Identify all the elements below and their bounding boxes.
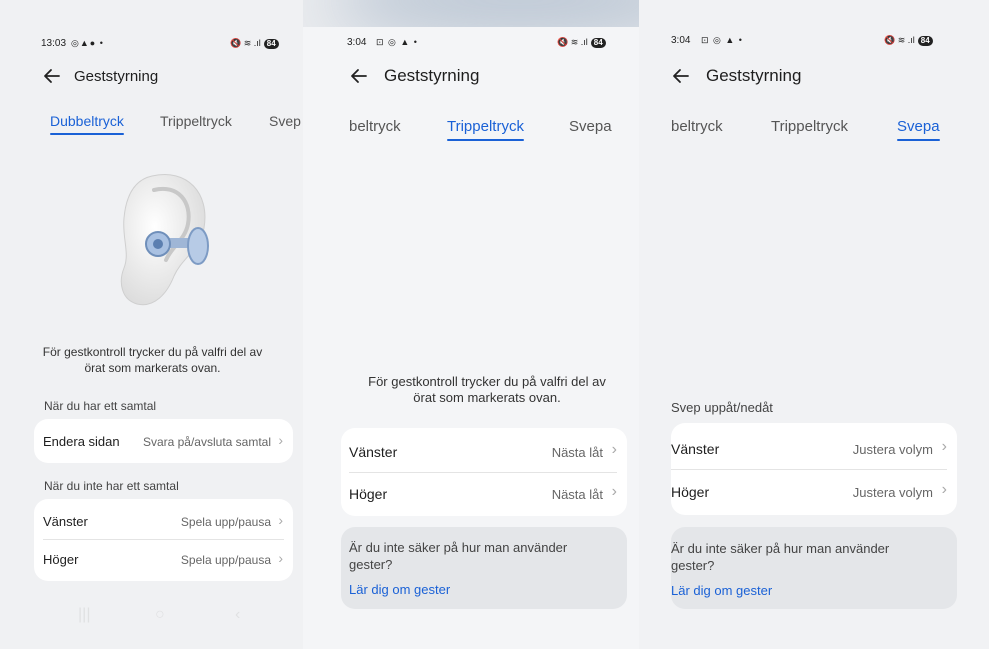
chevron-right-icon: › xyxy=(278,512,283,528)
status-bar: 13:03 ◎▲● • 🔇 ≋ .ıl 84 xyxy=(0,38,303,58)
status-right-icons: 🔇 ≋ .ıl 84 xyxy=(230,38,279,49)
learn-gestures-link[interactable]: Lär dig om gester xyxy=(671,583,772,598)
tab-dubbeltryck[interactable]: beltryck xyxy=(349,118,401,135)
row-label: Vänster xyxy=(671,441,720,457)
row-value: Nästa låt xyxy=(551,445,603,460)
status-time: 13:03 xyxy=(41,38,67,49)
row-value: Svara på/avsluta samtal xyxy=(142,435,271,449)
battery-icon: 84 xyxy=(590,37,606,48)
help-text-line: gester? xyxy=(349,557,393,572)
row-value: Nästa låt xyxy=(551,487,603,502)
row-right[interactable]: Höger Justera volym › xyxy=(671,470,957,515)
status-right-icons: 🔇 ≋ .ıl 84 xyxy=(884,35,933,46)
chevron-right-icon: › xyxy=(611,483,617,500)
description-line: För gestkontroll trycker du på valfri de… xyxy=(368,374,606,389)
home-icon[interactable]: ○ xyxy=(155,606,165,624)
help-text: Är du inte säker på hur man använder ges… xyxy=(671,540,889,574)
tab-dubbeltryck[interactable]: beltryck xyxy=(671,118,723,135)
section-label-call: När du har ett samtal xyxy=(44,399,157,413)
settings-card-call: Endera sidan Svara på/avsluta samtal › xyxy=(34,419,293,463)
page-title: Geststyrning xyxy=(706,66,802,85)
notification-icons: ⊡ ◎ ▲ • xyxy=(701,35,743,45)
row-either-side[interactable]: Endera sidan Svara på/avsluta samtal › xyxy=(34,419,293,463)
connectivity-icons: 🔇 ≋ .ıl xyxy=(884,35,915,45)
chevron-right-icon: › xyxy=(611,441,617,458)
tab-svepa[interactable]: Svepa xyxy=(569,118,612,135)
chevron-right-icon: › xyxy=(941,481,947,498)
screen-dubbeltryck: 13:03 ◎▲● • 🔇 ≋ .ıl 84 Geststyrning Dubb… xyxy=(0,0,303,649)
row-right[interactable]: Höger Nästa låt › xyxy=(341,473,627,516)
tab-trippeltryck[interactable]: Trippeltryck xyxy=(771,118,848,135)
settings-card-no-call: Vänster Spela upp/pausa › Höger Spela up… xyxy=(34,499,293,581)
row-label: Vänster xyxy=(349,444,398,460)
tab-svep[interactable]: Svep xyxy=(269,113,301,129)
row-label: Höger xyxy=(43,552,79,567)
section-label-no-call: När du inte har ett samtal xyxy=(44,479,179,493)
chevron-right-icon: › xyxy=(278,550,283,566)
tab-trippeltryck[interactable]: Trippeltryck xyxy=(447,118,524,141)
row-value: Spela upp/pausa xyxy=(180,553,271,567)
header: Geststyrning xyxy=(671,66,801,86)
learn-gestures-link[interactable]: Lär dig om gester xyxy=(349,582,450,597)
back-arrow-icon[interactable] xyxy=(42,66,62,86)
description-line: örat som markerats ovan. xyxy=(84,361,221,375)
chevron-right-icon: › xyxy=(941,438,947,455)
status-bar: 3:04 ⊡ ◎ ▲ • 🔇 ≋ .ıl 84 xyxy=(639,35,989,55)
recents-icon[interactable]: ||| xyxy=(78,606,90,624)
connectivity-icons: 🔇 ≋ .ıl xyxy=(557,37,588,47)
notification-icons: ⊡ ◎ ▲ • xyxy=(376,37,418,47)
gesture-description: För gestkontroll trycker du på valfri de… xyxy=(347,374,627,406)
row-right[interactable]: Höger Spela upp/pausa › xyxy=(34,540,293,580)
row-label: Höger xyxy=(349,486,388,502)
settings-card: Vänster Justera volym › Höger Justera vo… xyxy=(671,423,957,515)
status-time: 3:04 xyxy=(347,37,367,48)
row-value: Justera volym xyxy=(852,485,933,500)
help-text-line: Är du inte säker på hur man använder xyxy=(671,541,890,556)
page-title: Geststyrning xyxy=(384,66,480,85)
status-bar: 3:04 ⊡ ◎ ▲ • 🔇 ≋ .ıl 84 xyxy=(303,37,639,57)
battery-icon: 84 xyxy=(263,38,279,49)
row-left[interactable]: Vänster Nästa låt › xyxy=(341,428,627,472)
help-text-line: Är du inte säker på hur man använder xyxy=(349,540,568,555)
back-arrow-icon[interactable] xyxy=(671,66,691,86)
help-text-line: gester? xyxy=(671,558,715,573)
row-label: Höger xyxy=(671,484,710,500)
row-value: Justera volym xyxy=(852,442,933,457)
row-label: Vänster xyxy=(43,514,88,529)
back-arrow-icon[interactable] xyxy=(349,66,369,86)
page-title: Geststyrning xyxy=(74,67,159,85)
notification-icons: ◎▲● • xyxy=(71,38,104,48)
chevron-right-icon: › xyxy=(278,432,283,448)
gesture-description: För gestkontroll trycker du på valfri de… xyxy=(30,344,275,376)
earbud-illustration xyxy=(120,174,209,306)
connectivity-icons: 🔇 ≋ .ıl xyxy=(230,38,261,48)
row-left[interactable]: Vänster Spela upp/pausa › xyxy=(34,499,293,539)
section-label-swipe: Svep uppåt/nedåt xyxy=(671,400,773,415)
row-label: Endera sidan xyxy=(43,434,120,449)
row-value: Spela upp/pausa xyxy=(180,515,271,529)
back-nav-icon[interactable]: ‹ xyxy=(235,606,240,624)
help-text: Är du inte säker på hur man använder ges… xyxy=(349,539,567,573)
header: Geststyrning xyxy=(349,66,479,86)
help-card: Är du inte säker på hur man använder ges… xyxy=(341,527,627,609)
tab-dubbeltryck[interactable]: Dubbeltryck xyxy=(50,113,124,135)
settings-card: Vänster Nästa låt › Höger Nästa låt › xyxy=(341,428,627,516)
tab-svepa[interactable]: Svepa xyxy=(897,118,940,141)
screen-svepa: 3:04 ⊡ ◎ ▲ • 🔇 ≋ .ıl 84 Geststyrning bel… xyxy=(639,0,989,649)
row-left[interactable]: Vänster Justera volym › xyxy=(671,423,957,469)
help-card: Är du inte säker på hur man använder ges… xyxy=(671,527,957,609)
status-right-icons: 🔇 ≋ .ıl 84 xyxy=(557,37,606,48)
description-line: örat som markerats ovan. xyxy=(413,390,561,405)
screen-trippeltryck: 3:04 ⊡ ◎ ▲ • 🔇 ≋ .ıl 84 Geststyrning bel… xyxy=(303,27,639,649)
header: Geststyrning xyxy=(42,66,158,86)
battery-icon: 84 xyxy=(917,35,933,46)
status-time: 3:04 xyxy=(671,35,691,46)
tab-trippeltryck[interactable]: Trippeltryck xyxy=(160,113,232,129)
description-line: För gestkontroll trycker du på valfri de… xyxy=(42,345,263,359)
